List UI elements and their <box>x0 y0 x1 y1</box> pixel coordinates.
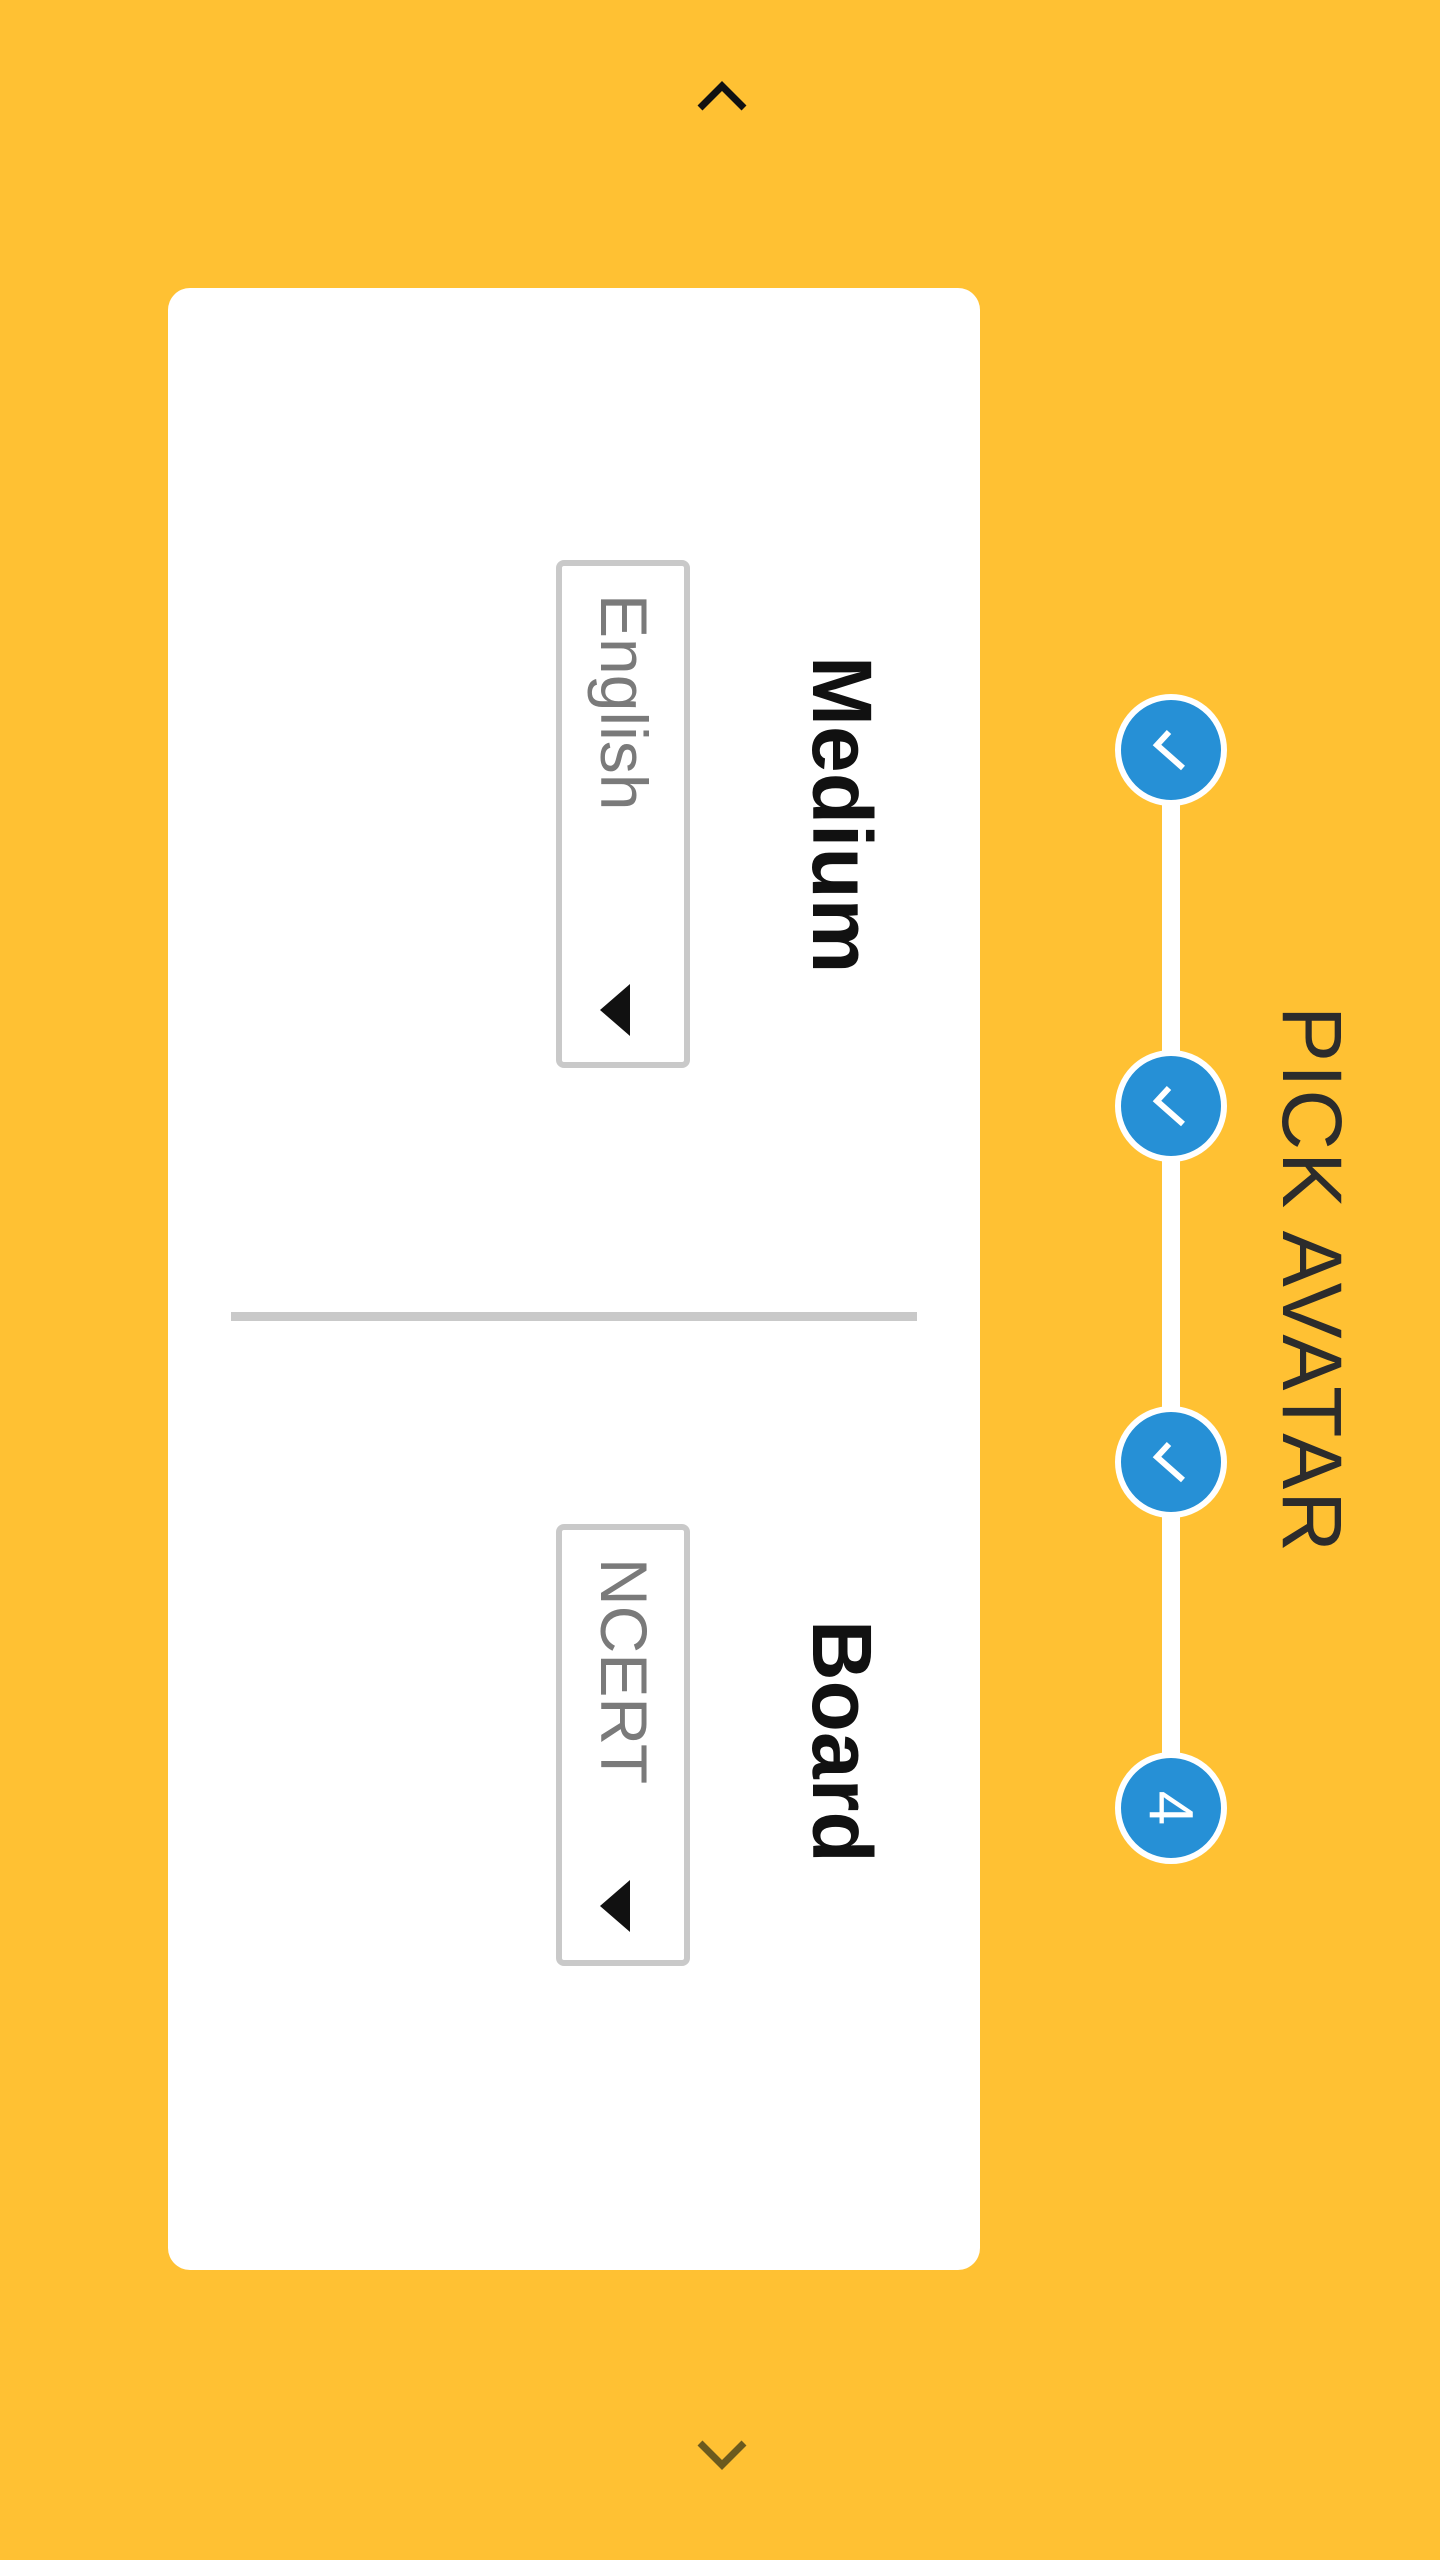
dropdown-arrow-icon <box>600 984 630 1036</box>
checkmark-icon <box>1152 729 1185 771</box>
checkmark-icon <box>1152 1441 1185 1483</box>
board-select-value: NCERT <box>587 1558 661 1785</box>
step-3-done[interactable] <box>1115 1406 1227 1518</box>
page-title: PICK AVATAR <box>1265 1006 1359 1554</box>
chevron-left-icon[interactable] <box>692 68 752 128</box>
step-1-done[interactable] <box>1115 694 1227 806</box>
board-select[interactable]: NCERT <box>556 1524 690 1966</box>
app-screen: PICK AVATAR 4 Medium English Board NCERT <box>0 0 1440 2560</box>
step-2-done[interactable] <box>1115 1050 1227 1162</box>
dropdown-arrow-icon <box>600 1880 630 1932</box>
step-4-current[interactable]: 4 <box>1115 1752 1227 1864</box>
board-label: Board <box>795 1620 889 1863</box>
step-number: 4 <box>1136 1790 1206 1826</box>
chevron-right-icon[interactable] <box>692 2423 752 2483</box>
medium-label: Medium <box>795 656 889 974</box>
stepper-track <box>1162 750 1180 1810</box>
form-card: Medium English Board NCERT <box>168 288 980 2270</box>
medium-select-value: English <box>587 594 661 811</box>
checkmark-icon <box>1152 1085 1185 1127</box>
medium-select[interactable]: English <box>556 560 690 1068</box>
rotated-content: PICK AVATAR 4 Medium English Board NCERT <box>0 0 1440 2560</box>
field-divider <box>231 1312 917 1321</box>
